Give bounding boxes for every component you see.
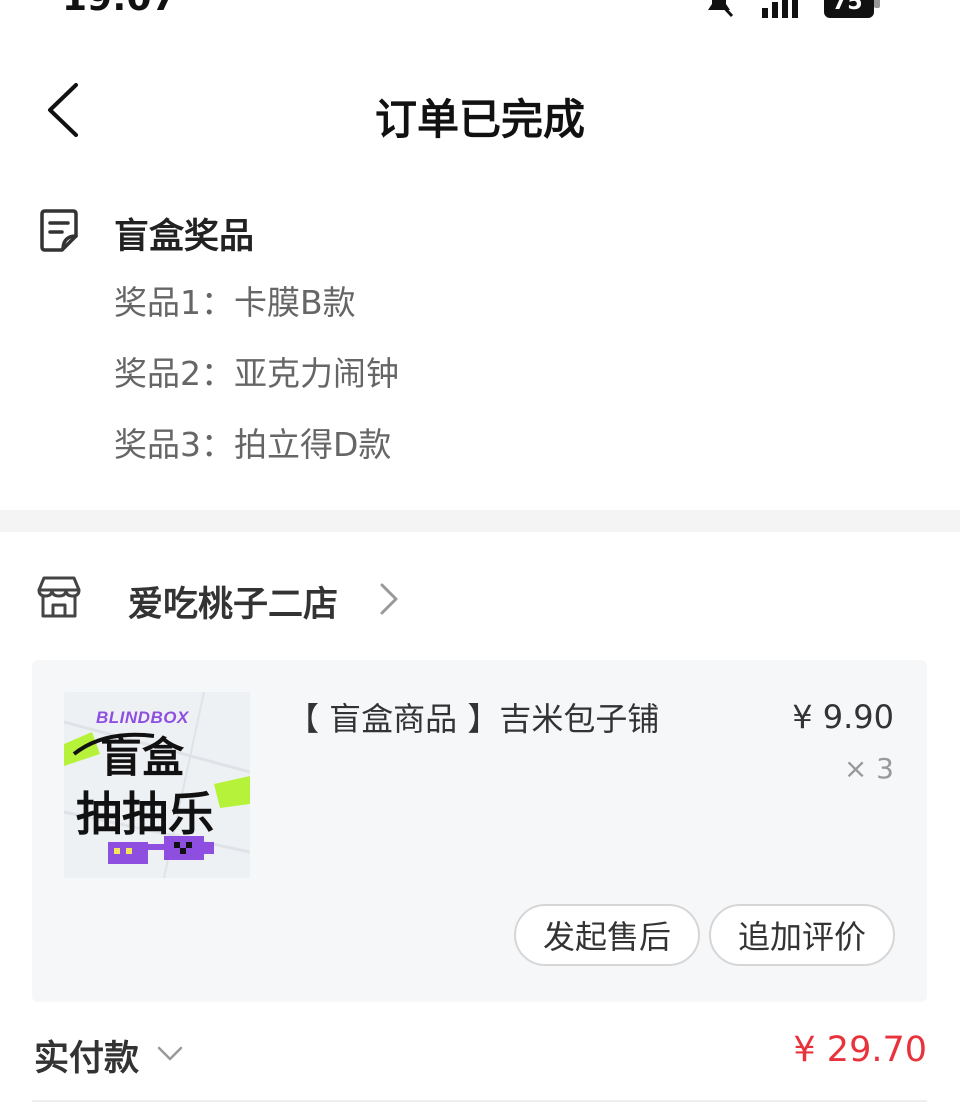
prize-item: 奖品2：亚克力闹钟 [114, 354, 399, 393]
document-icon [36, 208, 82, 254]
section-divider [0, 510, 960, 532]
prize-section-title: 盲盒奖品 [114, 217, 255, 257]
goods-quantity: × 3 [843, 752, 894, 785]
chevron-right-icon[interactable] [378, 582, 400, 616]
prize-item: 奖品1：卡膜B款 [114, 283, 356, 322]
payment-row: 实付款 ¥ 29.70 [0, 1020, 960, 1090]
signal-icon [762, 0, 798, 18]
page-title: 订单已完成 [374, 95, 585, 144]
goods-image[interactable]: BLINDBOX 盲盒 抽抽乐 [64, 692, 250, 878]
goods-image-line2: 抽抽乐 [76, 787, 214, 841]
payment-amount: ¥ 29.70 [793, 1030, 927, 1070]
prize-list: 奖品1：卡膜B款 奖品2：亚克力闹钟 奖品3：拍立得D款 [114, 284, 399, 497]
goods-image-brand: BLINDBOX [96, 708, 189, 727]
status-bar: 19:07 75 [0, 0, 960, 20]
goods-title[interactable]: 【 盲盒商品 】吉米包子铺 [287, 694, 659, 740]
bottom-divider [32, 1100, 927, 1102]
prize-item: 奖品3：拍立得D款 [114, 425, 392, 464]
status-time: 19:07 [62, 0, 177, 19]
goods-card[interactable]: BLINDBOX 盲盒 抽抽乐 【 盲盒商品 】吉米包子铺 ¥ 9.90 × 3… [32, 660, 927, 1002]
bell-mute-icon [702, 0, 736, 18]
add-review-button[interactable]: 追加评价 [709, 904, 895, 966]
goods-price: ¥ 9.90 [792, 698, 894, 736]
payment-label[interactable]: 实付款 [34, 1030, 139, 1081]
nav-header: 订单已完成 [0, 60, 960, 160]
after-sale-button[interactable]: 发起售后 [514, 904, 700, 966]
shop-name[interactable]: 爱吃桃子二店 [128, 576, 338, 627]
goods-image-line1: 盲盒 [100, 733, 185, 782]
battery-level: 75 [832, 0, 863, 15]
battery-icon: 75 [824, 0, 882, 18]
prize-section: 盲盒奖品 奖品1：卡膜B款 奖品2：亚克力闹钟 奖品3：拍立得D款 [0, 190, 960, 510]
store-icon [36, 574, 82, 620]
status-icons: 75 [702, 0, 882, 18]
chevron-down-icon[interactable] [157, 1046, 183, 1062]
shop-row[interactable]: 爱吃桃子二店 [0, 560, 960, 640]
